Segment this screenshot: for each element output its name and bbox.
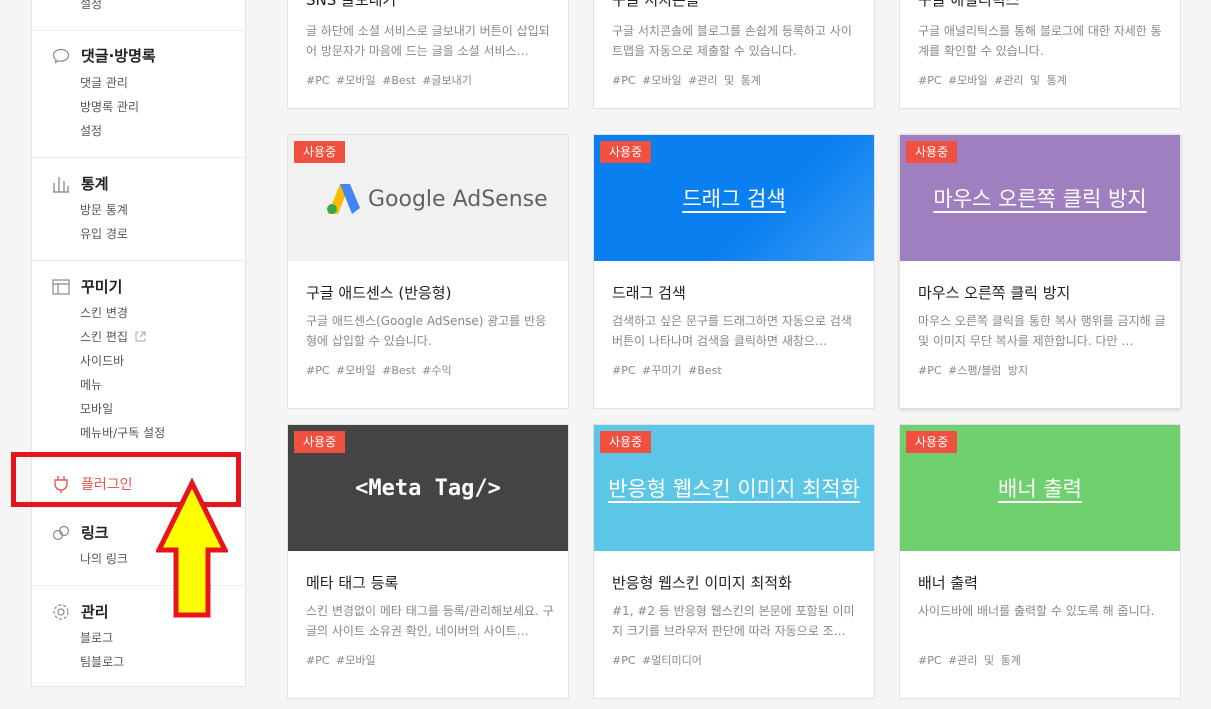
divider <box>32 260 245 261</box>
divider <box>32 157 245 158</box>
card-tags: #PC #관리 및 통계 <box>918 654 1021 667</box>
card-thumbnail: 드래그 검색 사용중 <box>594 135 874 261</box>
card-title: 구글 애널리틱스 <box>918 0 1020 9</box>
thumb-label: Google AdSense <box>368 186 548 212</box>
sidebar-item-team-blog[interactable]: 팀블로그 <box>80 653 124 670</box>
sidebar-section-title: 관리 <box>81 603 109 621</box>
card-tags: #PC #모바일 <box>306 654 376 667</box>
sidebar-section-title: 댓글·방명록 <box>81 47 156 65</box>
card-desc: 검색하고 싶은 문구를 드래그하면 자동으로 검색 버튼이 나타나며 검색을 클… <box>612 314 852 348</box>
card-thumbnail: 배너 출력 사용중 <box>900 425 1180 551</box>
adsense-icon <box>327 184 360 214</box>
link-icon <box>52 524 70 542</box>
sidebar-item-menubar-subscribe[interactable]: 메뉴바/구독 설정 <box>80 424 165 441</box>
card-title: 메타 태그 등록 <box>306 574 399 592</box>
adsense-logo: Google AdSense <box>326 184 548 214</box>
divider <box>32 30 245 31</box>
card-title: 마우스 오른쪽 클릭 방지 <box>918 284 1071 302</box>
card-desc: 마우스 오른쪽 클릭을 통한 복사 행위를 금지해 글 및 이미지 무단 복사를… <box>918 314 1166 348</box>
sidebar-item-mobile[interactable]: 모바일 <box>80 400 113 417</box>
card-desc: 구글 서치콘솔에 블로그를 손쉽게 등록하고 사이트맵을 자동으로 제출할 수 … <box>612 24 852 58</box>
card-tags: #PC #꾸미기 #Best <box>612 364 722 377</box>
layout-icon <box>52 278 70 296</box>
bar-chart-icon <box>52 175 70 193</box>
card-thumbnail: Google AdSense 사용중 <box>288 135 568 261</box>
sidebar-section-title: 링크 <box>81 524 109 542</box>
in-use-badge: 사용중 <box>294 141 346 163</box>
plugin-card-drag-search[interactable]: 드래그 검색 사용중 드래그 검색 검색하고 싶은 문구를 드래그하면 자동으로… <box>593 134 875 409</box>
in-use-badge: 사용중 <box>600 431 652 453</box>
card-desc: 구글 애널리틱스를 통해 블로그에 대한 자세한 통계를 확인할 수 있습니다. <box>918 24 1162 58</box>
sidebar-item-visit-stats[interactable]: 방문 통계 <box>80 201 128 218</box>
plugin-card-adsense[interactable]: Google AdSense 사용중 구글 애드센스 (반응형) 구글 애드센스… <box>287 134 569 409</box>
up-arrow-icon <box>156 478 228 618</box>
card-tags: #PC #스팸/블럼 방지 <box>918 364 1029 377</box>
plugin-card-search-console[interactable]: 구글 서치콘솔 구글 서치콘솔에 블로그를 손쉽게 등록하고 사이트맵을 자동으… <box>593 0 875 109</box>
sidebar-item-comment-manage[interactable]: 댓글 관리 <box>80 74 128 91</box>
card-title: 배너 출력 <box>918 574 978 592</box>
card-title: 구글 서치콘솔 <box>612 0 700 9</box>
card-thumbnail: 반응형 웹스킨 이미지 최적화 사용중 <box>594 425 874 551</box>
sidebar-item-sidebar[interactable]: 사이드바 <box>80 352 124 369</box>
sidebar-item-my-link[interactable]: 나의 링크 <box>80 550 128 567</box>
in-use-badge: 사용중 <box>906 141 958 163</box>
sidebar-item-settings-top[interactable]: 설정 <box>80 0 102 12</box>
plugin-card-right-click-block[interactable]: 마우스 오른쪽 클릭 방지 사용중 마우스 오른쪽 클릭 방지 마우스 오른쪽 … <box>899 134 1181 409</box>
sidebar-section-comments[interactable]: 댓글·방명록 <box>52 45 156 66</box>
card-desc: 사이드바에 배너를 출력할 수 있도록 해 줍니다. <box>918 604 1155 618</box>
plugin-card-banner[interactable]: 배너 출력 사용중 배너 출력 사이드바에 배너를 출력할 수 있도록 해 줍니… <box>899 424 1181 699</box>
external-link-icon <box>135 331 146 345</box>
sidebar-section-title: 통계 <box>81 175 109 193</box>
sidebar-section-title: 꾸미기 <box>81 278 123 296</box>
card-tags: #PC #모바일 #Best #수익 <box>306 364 452 377</box>
card-desc: 스킨 변경없이 메타 태그를 등록/관리해보세요. 구글의 사이트 소유권 확인… <box>306 604 554 638</box>
sidebar-section-decorate[interactable]: 꾸미기 <box>52 276 122 297</box>
card-thumbnail: <Meta Tag/> 사용중 <box>288 425 568 551</box>
card-thumbnail: 마우스 오른쪽 클릭 방지 사용중 <box>900 135 1180 261</box>
speech-bubble-icon <box>52 47 70 65</box>
sidebar-item-guestbook-manage[interactable]: 방명록 관리 <box>80 98 139 115</box>
in-use-badge: 사용중 <box>600 141 652 163</box>
in-use-badge: 사용중 <box>294 431 346 453</box>
card-desc: 구글 애드센스(Google AdSense) 광고를 반응형에 삽입할 수 있… <box>306 314 547 348</box>
card-tags: #PC #모바일 #Best #글보내기 <box>306 74 472 87</box>
card-title: 구글 애드센스 (반응형) <box>306 284 452 302</box>
plugin-card-image-optimize[interactable]: 반응형 웹스킨 이미지 최적화 사용중 반응형 웹스킨 이미지 최적화 #1, … <box>593 424 875 699</box>
sidebar-section-manage[interactable]: 관리 <box>52 601 109 622</box>
sidebar-item-menu[interactable]: 메뉴 <box>80 376 102 393</box>
sidebar-item-label: 스킨 편집 <box>80 330 128 344</box>
card-title: 드래그 검색 <box>612 284 686 302</box>
card-tags: #PC #모바일 #관리 및 통계 <box>612 74 761 87</box>
plugin-card-sns-share[interactable]: SNS 글보내기 글 하단에 소셜 서비스로 글보내기 버튼이 삽입되어 방문자… <box>287 0 569 109</box>
sidebar-item-referrer[interactable]: 유입 경로 <box>80 225 128 242</box>
card-desc: 글 하단에 소셜 서비스로 글보내기 버튼이 삽입되어 방문자가 마음에 드는 … <box>306 24 550 58</box>
sidebar-section-link[interactable]: 링크 <box>52 522 109 543</box>
sidebar-item-comment-settings[interactable]: 설정 <box>80 122 102 139</box>
sidebar-item-skin-change[interactable]: 스킨 변경 <box>80 304 128 321</box>
card-title: 반응형 웹스킨 이미지 최적화 <box>612 574 792 592</box>
card-desc: #1, #2 등 반응형 웹스킨의 본문에 포함된 이미지 크기를 브라우저 판… <box>612 604 855 638</box>
sidebar-section-stats[interactable]: 통계 <box>52 173 109 194</box>
card-tags: #PC #멀티미디어 <box>612 654 702 667</box>
gear-icon <box>52 603 70 621</box>
in-use-badge: 사용중 <box>906 431 958 453</box>
card-tags: #PC #모바일 #관리 및 통계 <box>918 74 1067 87</box>
sidebar-item-skin-edit[interactable]: 스킨 편집 <box>80 328 146 345</box>
card-title: SNS 글보내기 <box>306 0 397 9</box>
plugin-card-meta-tag[interactable]: <Meta Tag/> 사용중 메타 태그 등록 스킨 변경없이 메타 태그를 … <box>287 424 569 699</box>
plugin-card-analytics[interactable]: 구글 애널리틱스 구글 애널리틱스를 통해 블로그에 대한 자세한 통계를 확인… <box>899 0 1181 109</box>
sidebar-item-blog[interactable]: 블로그 <box>80 629 113 646</box>
